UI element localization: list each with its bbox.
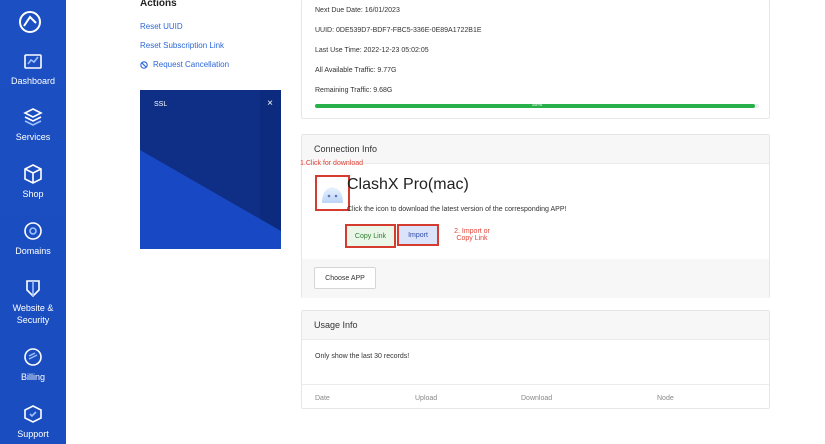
column-download: Download — [521, 395, 553, 402]
column-date: Date — [315, 395, 330, 402]
services-icon — [23, 108, 43, 126]
last-use-time: Last Use Time: 2022-12-23 05:02:05 — [315, 47, 429, 54]
sidebar-item-label: Website & — [12, 303, 54, 313]
connection-info-title: Connection Info — [314, 144, 378, 154]
import-annotation-line2: Copy Link — [456, 235, 488, 242]
uuid-value: UUID: 0DE539D7-BDF7-FBC5-336E-0E89A1722B… — [315, 27, 482, 34]
sidebar-item-services[interactable]: Services — [0, 106, 66, 143]
app-name: ClashX Pro(mac) — [347, 176, 469, 193]
website-security-icon — [26, 280, 40, 298]
import-annotation: 2. Import or Copy Link — [448, 228, 496, 242]
sidebar-item-label: Shop — [22, 189, 44, 199]
actions-title: Actions — [140, 0, 177, 9]
usage-info-panel: Usage Info Only show the last 30 records… — [301, 310, 770, 409]
download-annotation: 1.Click for download — [300, 160, 364, 167]
close-icon[interactable]: × — [267, 98, 273, 109]
remaining-traffic: Remaining Traffic: 9.68G — [315, 87, 393, 94]
column-node: Node — [657, 395, 674, 402]
sidebar: Dashboard Services Shop Domains Website … — [0, 0, 66, 444]
subscription-info-panel: Next Due Date: 16/01/2023 UUID: 0DE539D7… — [301, 0, 770, 119]
connection-info-header: Connection Info — [302, 135, 769, 164]
app-download-icon[interactable] — [315, 175, 350, 211]
domains-icon — [24, 222, 42, 240]
all-available-traffic: All Available Traffic: 9.77G — [315, 67, 397, 74]
ssl-card: SSL × — [140, 90, 281, 249]
next-due-date: Next Due Date: 16/01/2023 — [315, 7, 400, 14]
billing-icon — [24, 348, 42, 366]
sidebar-item-dashboard[interactable]: Dashboard — [0, 50, 66, 87]
ssl-card-background — [140, 90, 281, 249]
sidebar-item-label: Support — [17, 429, 49, 439]
usage-divider — [302, 384, 769, 385]
sidebar-item-label: Billing — [20, 372, 45, 382]
sidebar-item-label: Domains — [15, 246, 51, 256]
usage-info-header: Usage Info — [302, 311, 769, 340]
choose-app-button[interactable]: Choose APP — [314, 267, 376, 289]
request-cancellation-link[interactable]: Request Cancellation — [140, 60, 229, 69]
sidebar-item-shop[interactable]: Shop — [0, 163, 66, 200]
sidebar-item-domains[interactable]: Domains — [0, 220, 66, 257]
brand-logo-icon[interactable] — [18, 10, 42, 34]
clashx-app-icon — [322, 187, 343, 203]
sidebar-item-label: Dashboard — [10, 76, 56, 86]
usage-info-title: Usage Info — [314, 320, 358, 330]
support-icon — [24, 405, 42, 423]
sidebar-item-label-line2: Security — [16, 315, 50, 325]
reset-uuid-link[interactable]: Reset UUID — [140, 22, 183, 31]
import-button[interactable]: Import — [397, 224, 439, 246]
traffic-progress-label: 99% — [531, 102, 542, 108]
connection-info-panel: Connection Info 1.Click for download Cla… — [300, 134, 770, 298]
sidebar-item-website-security[interactable]: Website & Security — [0, 277, 66, 326]
shop-icon — [24, 164, 42, 184]
usage-note: Only show the last 30 records! — [315, 353, 410, 360]
cancel-icon — [140, 60, 148, 69]
dashboard-icon — [24, 54, 42, 69]
sidebar-item-label: Services — [15, 132, 51, 142]
ssl-card-title: SSL — [154, 101, 168, 108]
request-cancellation-label: Request Cancellation — [153, 60, 230, 69]
app-description: Click the icon to download the latest ve… — [347, 206, 567, 213]
sidebar-item-support[interactable]: Support — [0, 403, 66, 440]
import-annotation-line1: 2. Import or — [454, 228, 490, 235]
sidebar-item-billing[interactable]: Billing — [0, 346, 66, 383]
reset-subscription-link[interactable]: Reset Subscription Link — [140, 41, 224, 50]
column-upload: Upload — [415, 395, 438, 402]
copy-link-button[interactable]: Copy Link — [345, 224, 396, 248]
traffic-progress-bar: 99% — [315, 102, 759, 108]
